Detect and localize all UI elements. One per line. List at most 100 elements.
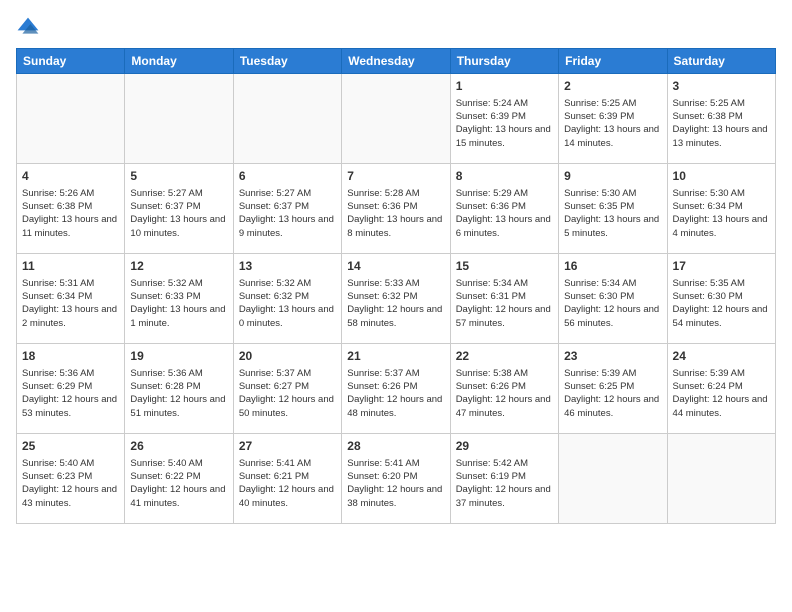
calendar-week-row: 4Sunrise: 5:26 AMSunset: 6:38 PMDaylight… (17, 164, 776, 254)
day-number: 13 (239, 258, 336, 275)
sunset-text: Sunset: 6:37 PM (239, 200, 336, 213)
cell-content: 16Sunrise: 5:34 AMSunset: 6:30 PMDayligh… (564, 258, 661, 330)
day-number: 14 (347, 258, 444, 275)
sunrise-text: Sunrise: 5:41 AM (239, 457, 336, 470)
cell-content: 25Sunrise: 5:40 AMSunset: 6:23 PMDayligh… (22, 438, 119, 510)
calendar-table: SundayMondayTuesdayWednesdayThursdayFrid… (16, 48, 776, 524)
cell-content: 23 Sunrise: 5:39 AMSunset: 6:25 PMDayligh… (564, 348, 661, 420)
calendar-week-row: 25Sunrise: 5:40 AMSunset: 6:23 PMDayligh… (17, 434, 776, 524)
daylight-text: Daylight: 13 hours and 1 minute. (130, 303, 227, 330)
daylight-text: Daylight: 13 hours and 6 minutes. (456, 213, 553, 240)
daylight-text: Daylight: 12 hours and 58 minutes. (347, 303, 444, 330)
calendar-cell (17, 74, 125, 164)
cell-content: 6Sunrise: 5:27 AMSunset: 6:37 PMDaylight… (239, 168, 336, 240)
daylight-text: Daylight: 12 hours and 46 minutes. (564, 393, 661, 420)
daylight-text: Daylight: 12 hours and 47 minutes. (456, 393, 553, 420)
sunset-text: Sunset: 6:32 PM (239, 290, 336, 303)
calendar-cell: 12Sunrise: 5:32 AMSunset: 6:33 PMDayligh… (125, 254, 233, 344)
calendar-cell: 14Sunrise: 5:33 AMSunset: 6:32 PMDayligh… (342, 254, 450, 344)
cell-content: 7 Sunrise: 5:28 AMSunset: 6:36 PMDaylight… (347, 168, 444, 240)
sunrise-text: Sunrise: 5:41 AM (347, 457, 444, 470)
cell-content: 18Sunrise: 5:36 AMSunset: 6:29 PMDayligh… (22, 348, 119, 420)
day-number: 2 (564, 78, 661, 95)
day-number: 5 (130, 168, 227, 185)
calendar-week-row: 11Sunrise: 5:31 AMSunset: 6:34 PMDayligh… (17, 254, 776, 344)
sunrise-text: Sunrise: 5:39 AM (564, 367, 661, 380)
daylight-text: Daylight: 12 hours and 54 minutes. (673, 303, 770, 330)
cell-content: 12Sunrise: 5:32 AMSunset: 6:33 PMDayligh… (130, 258, 227, 330)
day-header-tuesday: Tuesday (233, 49, 341, 74)
cell-content: 22Sunrise: 5:38 AMSunset: 6:26 PMDayligh… (456, 348, 553, 420)
calendar-cell: 2Sunrise: 5:25 AMSunset: 6:39 PMDaylight… (559, 74, 667, 164)
cell-content: 5Sunrise: 5:27 AMSunset: 6:37 PMDaylight… (130, 168, 227, 240)
daylight-text: Daylight: 12 hours and 44 minutes. (673, 393, 770, 420)
daylight-text: Daylight: 12 hours and 43 minutes. (22, 483, 119, 510)
sunrise-text: Sunrise: 5:30 AM (673, 187, 770, 200)
sunrise-text: Sunrise: 5:34 AM (456, 277, 553, 290)
day-number: 8 (456, 168, 553, 185)
calendar-cell: 8Sunrise: 5:29 AMSunset: 6:36 PMDaylight… (450, 164, 558, 254)
day-number: 7 (347, 168, 444, 185)
daylight-text: Daylight: 12 hours and 56 minutes. (564, 303, 661, 330)
sunrise-text: Sunrise: 5:27 AM (130, 187, 227, 200)
sunrise-text: Sunrise: 5:35 AM (673, 277, 770, 290)
sunrise-text: Sunrise: 5:38 AM (456, 367, 553, 380)
daylight-text: Daylight: 13 hours and 15 minutes. (456, 123, 553, 150)
cell-content: 2Sunrise: 5:25 AMSunset: 6:39 PMDaylight… (564, 78, 661, 150)
sunrise-text: Sunrise: 5:28 AM (347, 187, 444, 200)
cell-content: 13Sunrise: 5:32 AMSunset: 6:32 PMDayligh… (239, 258, 336, 330)
daylight-text: Daylight: 12 hours and 57 minutes. (456, 303, 553, 330)
day-header-saturday: Saturday (667, 49, 775, 74)
sunset-text: Sunset: 6:36 PM (347, 200, 444, 213)
calendar-cell: 20Sunrise: 5:37 AMSunset: 6:27 PMDayligh… (233, 344, 341, 434)
sunset-text: Sunset: 6:25 PM (564, 380, 661, 393)
day-number: 3 (673, 78, 770, 95)
calendar-cell: 9Sunrise: 5:30 AMSunset: 6:35 PMDaylight… (559, 164, 667, 254)
cell-content: 4Sunrise: 5:26 AMSunset: 6:38 PMDaylight… (22, 168, 119, 240)
day-number: 16 (564, 258, 661, 275)
sunset-text: Sunset: 6:37 PM (130, 200, 227, 213)
cell-content: 28Sunrise: 5:41 AMSunset: 6:20 PMDayligh… (347, 438, 444, 510)
calendar-cell: 5Sunrise: 5:27 AMSunset: 6:37 PMDaylight… (125, 164, 233, 254)
sunrise-text: Sunrise: 5:30 AM (564, 187, 661, 200)
sunrise-text: Sunrise: 5:33 AM (347, 277, 444, 290)
calendar-cell: 13Sunrise: 5:32 AMSunset: 6:32 PMDayligh… (233, 254, 341, 344)
daylight-text: Daylight: 13 hours and 14 minutes. (564, 123, 661, 150)
sunset-text: Sunset: 6:39 PM (456, 110, 553, 123)
calendar-cell: 19Sunrise: 5:36 AMSunset: 6:28 PMDayligh… (125, 344, 233, 434)
calendar-cell: 4Sunrise: 5:26 AMSunset: 6:38 PMDaylight… (17, 164, 125, 254)
sunrise-text: Sunrise: 5:39 AM (673, 367, 770, 380)
sunrise-text: Sunrise: 5:36 AM (130, 367, 227, 380)
cell-content: 19Sunrise: 5:36 AMSunset: 6:28 PMDayligh… (130, 348, 227, 420)
cell-content: 17Sunrise: 5:35 AMSunset: 6:30 PMDayligh… (673, 258, 770, 330)
day-number: 23 (564, 348, 661, 365)
sunrise-text: Sunrise: 5:29 AM (456, 187, 553, 200)
cell-content: 26Sunrise: 5:40 AMSunset: 6:22 PMDayligh… (130, 438, 227, 510)
sunrise-text: Sunrise: 5:42 AM (456, 457, 553, 470)
day-number: 9 (564, 168, 661, 185)
daylight-text: Daylight: 13 hours and 8 minutes. (347, 213, 444, 240)
daylight-text: Daylight: 13 hours and 0 minutes. (239, 303, 336, 330)
daylight-text: Daylight: 13 hours and 4 minutes. (673, 213, 770, 240)
cell-content: 9Sunrise: 5:30 AMSunset: 6:35 PMDaylight… (564, 168, 661, 240)
sunset-text: Sunset: 6:23 PM (22, 470, 119, 483)
sunset-text: Sunset: 6:29 PM (22, 380, 119, 393)
calendar-cell: 27Sunrise: 5:41 AMSunset: 6:21 PMDayligh… (233, 434, 341, 524)
day-number: 4 (22, 168, 119, 185)
sunset-text: Sunset: 6:34 PM (673, 200, 770, 213)
calendar-cell: 29Sunrise: 5:42 AMSunset: 6:19 PMDayligh… (450, 434, 558, 524)
sunset-text: Sunset: 6:38 PM (673, 110, 770, 123)
day-number: 12 (130, 258, 227, 275)
sunset-text: Sunset: 6:26 PM (347, 380, 444, 393)
calendar-cell: 11Sunrise: 5:31 AMSunset: 6:34 PMDayligh… (17, 254, 125, 344)
sunset-text: Sunset: 6:35 PM (564, 200, 661, 213)
day-number: 11 (22, 258, 119, 275)
sunrise-text: Sunrise: 5:37 AM (347, 367, 444, 380)
sunset-text: Sunset: 6:30 PM (564, 290, 661, 303)
cell-content: 14Sunrise: 5:33 AMSunset: 6:32 PMDayligh… (347, 258, 444, 330)
day-number: 19 (130, 348, 227, 365)
sunset-text: Sunset: 6:34 PM (22, 290, 119, 303)
day-number: 27 (239, 438, 336, 455)
logo (16, 16, 44, 40)
calendar-cell: 15Sunrise: 5:34 AMSunset: 6:31 PMDayligh… (450, 254, 558, 344)
